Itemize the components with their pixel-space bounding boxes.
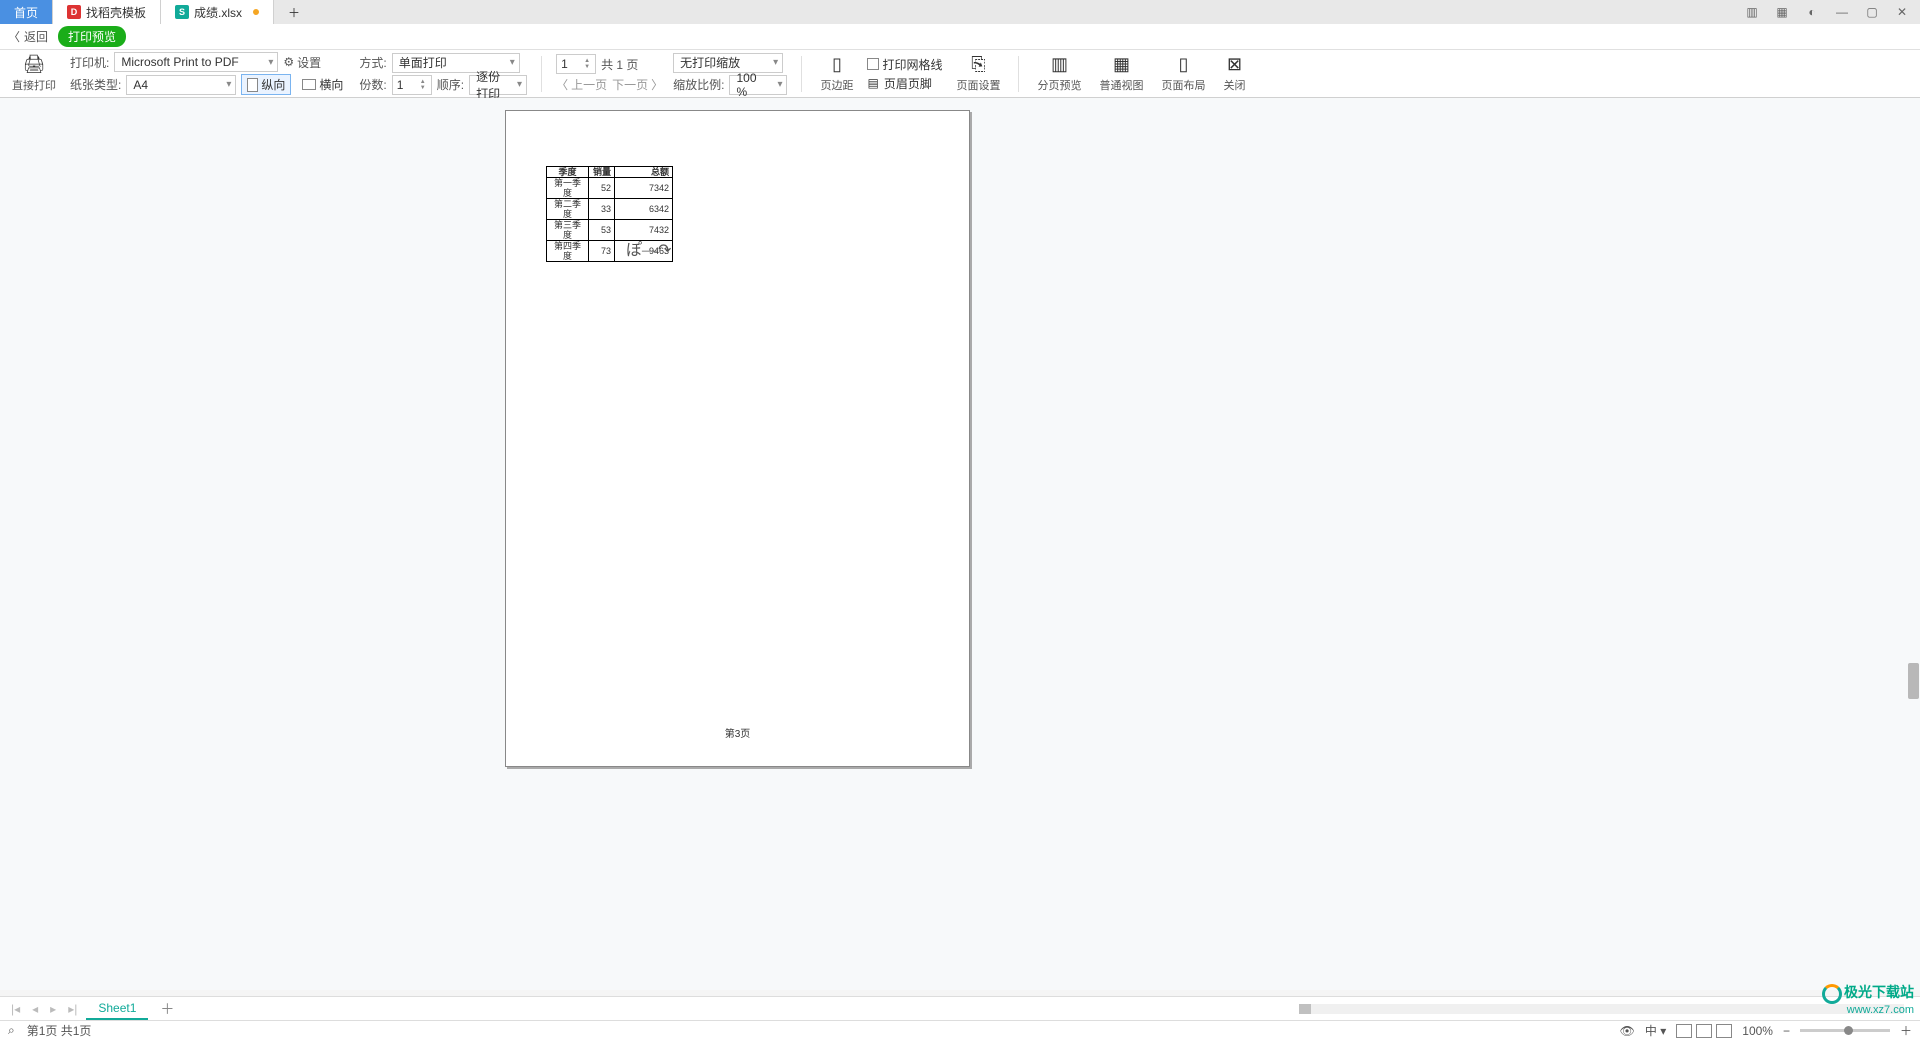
back-label: 返回 — [24, 28, 48, 45]
chevron-left-icon: 〈 — [8, 28, 20, 45]
view-layout-icon[interactable] — [1716, 1024, 1732, 1038]
status-bar: ⌕ 第1页 共1页 👁 中 ▾ 100% − ＋ — [0, 1020, 1920, 1040]
copies-label: 份数: — [359, 76, 386, 93]
assist-icon[interactable]: ⌕ — [8, 1023, 15, 1038]
close-button[interactable]: ⊠ 关闭 — [1219, 50, 1249, 97]
tab-file-label: 成绩.xlsx — [194, 4, 242, 21]
header-row: 〈 返回 打印预览 — [0, 24, 1920, 50]
minimize-icon[interactable]: — — [1834, 4, 1850, 20]
order-select[interactable]: 逐份打印 — [469, 75, 527, 95]
zoom-in-button[interactable]: ＋ — [1900, 1022, 1912, 1039]
add-sheet-button[interactable]: ＋ — [154, 999, 180, 1019]
scale-select[interactable]: 100 % — [729, 75, 787, 95]
spreadsheet-icon: S — [175, 5, 189, 19]
copies-input[interactable]: 1▲▼ — [392, 75, 432, 95]
header-footer-button[interactable]: 页眉页脚 — [884, 75, 932, 92]
table-header: 销量 — [589, 167, 615, 178]
table-row: 第二季度336342 — [547, 199, 673, 220]
printer-label: 打印机: — [70, 54, 109, 71]
portrait-icon — [247, 78, 258, 92]
printer-icon: 🖨 — [23, 54, 46, 75]
gridlines-checkbox[interactable] — [867, 58, 879, 70]
order-label: 顺序: — [437, 76, 464, 93]
status-page-info: 第1页 共1页 — [27, 1022, 92, 1039]
watermark: 极光下载站 www.xz7.com — [1822, 982, 1914, 1016]
scale-mode-select[interactable]: 无打印缩放 — [673, 53, 783, 73]
grid-icon: ▦ — [1113, 54, 1130, 75]
margins-button[interactable]: ▯ 页边距 — [816, 50, 857, 97]
back-button[interactable]: 〈 返回 — [8, 28, 48, 45]
gear-icon: ⚙ — [283, 55, 294, 69]
page-input[interactable]: 1▲▼ — [556, 54, 596, 74]
margins-icon: ▯ — [832, 54, 842, 75]
tab-template-label: 找稻壳模板 — [86, 4, 146, 21]
tab-file[interactable]: S 成绩.xlsx — [161, 0, 274, 24]
zoom-slider[interactable] — [1800, 1029, 1890, 1032]
landscape-toggle[interactable]: 横向 — [296, 74, 349, 95]
paper-label: 纸张类型: — [70, 76, 121, 93]
close-box-icon: ⊠ — [1227, 54, 1242, 75]
page-total: 共 1 页 — [601, 56, 638, 73]
tab-home[interactable]: 首页 — [0, 0, 53, 24]
page-footer: 第3页 — [506, 725, 969, 740]
separator — [541, 56, 542, 92]
tab-bar: 首页 D 找稻壳模板 S 成绩.xlsx ＋ ▥ ▦ ◐ — ▢ ✕ — [0, 0, 1920, 24]
window-controls: ▥ ▦ ◐ — ▢ ✕ — [1744, 4, 1920, 20]
lang-indicator[interactable]: 中 ▾ — [1645, 1022, 1666, 1039]
table-header: 总额 — [615, 167, 673, 178]
preview-canvas[interactable]: 季度销量总额 第一季度527342第二季度336342第三季度537432第四季… — [0, 98, 1920, 990]
separator — [1018, 56, 1019, 92]
table-header: 季度 — [547, 167, 589, 178]
mode-label: 方式: — [359, 54, 386, 71]
page-break-button[interactable]: ▥ 分页预览 — [1033, 50, 1085, 97]
direct-print-button[interactable]: 🖨 直接打印 — [8, 50, 60, 97]
next-page-button[interactable]: 下一页 〉 — [612, 76, 663, 93]
signature-mark: ぽ—↷ — [626, 236, 671, 260]
sheet-tab-1[interactable]: Sheet1 — [86, 998, 148, 1020]
sheet-next-button[interactable]: ▸ — [47, 1002, 59, 1016]
zoom-out-button[interactable]: − — [1783, 1024, 1790, 1038]
gridlines-label: 打印网格线 — [882, 56, 942, 73]
view-mode-switcher[interactable] — [1676, 1024, 1732, 1038]
printer-select[interactable]: Microsoft Print to PDF — [114, 52, 278, 72]
sheet-first-button[interactable]: |◂ — [8, 1002, 23, 1016]
layout-icon[interactable]: ▥ — [1744, 4, 1760, 20]
separator — [801, 56, 802, 92]
maximize-icon[interactable]: ▢ — [1864, 4, 1880, 20]
user-icon[interactable]: ◐ — [1804, 4, 1820, 20]
horizontal-scrollbar[interactable] — [1299, 1004, 1904, 1014]
eye-icon[interactable]: 👁 — [1620, 1024, 1635, 1038]
prev-page-button[interactable]: 〈 上一页 — [556, 76, 607, 93]
printer-settings-button[interactable]: ⚙设置 — [283, 54, 321, 71]
docer-icon: D — [67, 5, 81, 19]
view-normal-icon[interactable] — [1676, 1024, 1692, 1038]
add-tab-button[interactable]: ＋ — [274, 0, 314, 24]
page-setup-icon: ⎘ — [971, 54, 985, 75]
zoom-value: 100% — [1742, 1024, 1773, 1038]
unsaved-indicator-icon — [253, 9, 259, 15]
paper-select[interactable]: A4 — [126, 75, 236, 95]
scale-label: 缩放比例: — [673, 76, 724, 93]
vertical-scrollbar[interactable] — [1908, 663, 1919, 699]
sheet-prev-button[interactable]: ◂ — [29, 1002, 41, 1016]
header-footer-icon: ▤ — [867, 76, 878, 90]
watermark-logo-icon — [1822, 984, 1842, 1004]
tab-template[interactable]: D 找稻壳模板 — [53, 0, 161, 24]
page-setup-button[interactable]: ⎘ 页面设置 — [952, 50, 1004, 97]
preview-page: 季度销量总额 第一季度527342第二季度336342第三季度537432第四季… — [505, 110, 970, 767]
page-layout-button[interactable]: ▯ 页面布局 — [1157, 50, 1209, 97]
portrait-toggle[interactable]: 纵向 — [241, 74, 291, 95]
table-row: 第一季度527342 — [547, 178, 673, 199]
page-layout-icon: ▯ — [1179, 54, 1189, 75]
normal-view-button[interactable]: ▦ 普通视图 — [1095, 50, 1147, 97]
view-pagebreak-icon[interactable] — [1696, 1024, 1712, 1038]
print-preview-pill: 打印预览 — [58, 26, 126, 47]
landscape-icon — [302, 79, 316, 90]
apps-icon[interactable]: ▦ — [1774, 4, 1790, 20]
sheet-last-button[interactable]: ▸| — [65, 1002, 80, 1016]
close-icon[interactable]: ✕ — [1894, 4, 1910, 20]
sheet-bar: |◂ ◂ ▸ ▸| Sheet1 ＋ — [0, 996, 1920, 1020]
print-toolbar: 🖨 直接打印 打印机: Microsoft Print to PDF ⚙设置 纸… — [0, 50, 1920, 98]
page-break-icon: ▥ — [1051, 54, 1068, 75]
